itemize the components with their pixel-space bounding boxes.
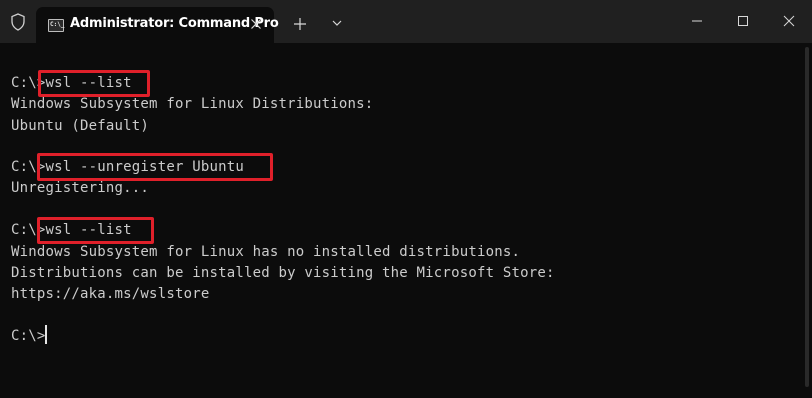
output-line: https://aka.ms/wslstore	[11, 286, 210, 302]
minimize-button[interactable]	[674, 0, 720, 43]
command-highlight-box	[38, 70, 150, 97]
output-line: Distributions can be installed by visiti…	[11, 265, 555, 281]
minimize-icon	[692, 20, 702, 22]
close-icon	[783, 15, 795, 27]
command-highlight-box	[37, 153, 273, 181]
close-icon[interactable]	[247, 15, 265, 33]
chevron-down-icon[interactable]	[328, 14, 346, 32]
plus-icon[interactable]	[289, 13, 311, 35]
maximize-icon	[738, 16, 748, 26]
text-cursor	[45, 325, 47, 344]
scrollbar[interactable]	[805, 47, 809, 387]
tab-command-prompt[interactable]: C:\_ Administrator: Command Pro	[36, 7, 279, 43]
title-bar: C:\_ Administrator: Command Pro	[0, 0, 812, 43]
command-prompt-icon: C:\_	[48, 19, 64, 32]
shield-icon	[11, 13, 25, 31]
output-line: Windows Subsystem for Linux has no insta…	[11, 244, 521, 260]
maximize-button[interactable]	[720, 0, 766, 43]
command-prompt-icon-text: C:\_	[50, 21, 65, 28]
command-highlight-box	[37, 217, 154, 244]
output-line: Ubuntu (Default)	[11, 118, 150, 134]
terminal-output[interactable]: C:\>wsl --list Windows Subsystem for Lin…	[0, 43, 798, 398]
terminal-window: C:\_ Administrator: Command Pro C:\>wsl …	[0, 0, 812, 398]
prompt-line: C:\>	[11, 328, 46, 344]
close-window-button[interactable]	[766, 0, 812, 43]
